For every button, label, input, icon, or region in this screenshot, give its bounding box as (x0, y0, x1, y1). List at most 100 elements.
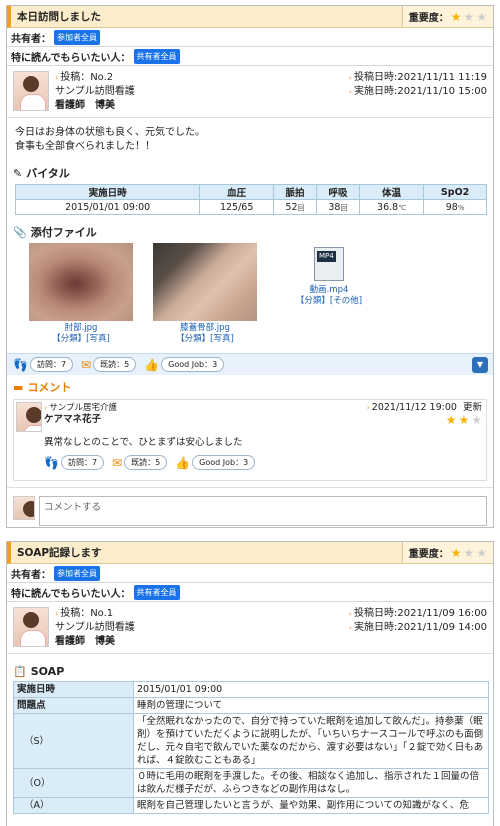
post-title: SOAP記録します (17, 547, 102, 559)
vital-date: 2015/01/01 09:00 (14, 199, 201, 215)
attachment-meta[interactable]: 【分類】[写真] (153, 334, 257, 345)
soap-label: 実施日時 (13, 681, 134, 698)
expand-icon[interactable]: ▼ (472, 357, 488, 373)
body-line: 今日はお身体の状態も良く、元気でした。 (15, 127, 205, 138)
vital-title: バイタル (26, 167, 70, 180)
attachment-name[interactable]: 膝蓋骨部.jpg (153, 323, 257, 334)
attachments: 肘部.jpg 【分類】[写真] 膝蓋骨部.jpg 【分類】[写真] MP4 動画… (7, 243, 493, 353)
vital-spo2: 98% (423, 199, 487, 215)
soap-title: SOAP (30, 665, 65, 678)
soap-section-title: 📋 SOAP (7, 662, 493, 681)
visits-button[interactable]: 訪問：7 (29, 357, 74, 372)
sharer-row: 共有者： 参加者全員 (7, 28, 493, 47)
must-read-badge: 共有者全員 (133, 48, 180, 64)
envelope-icon: ✉ (81, 357, 92, 372)
sharer-badge: 参加者全員 (54, 565, 100, 581)
sharer-label: 共有者： (11, 569, 51, 581)
comment-section-title: ▬ コメント (7, 375, 493, 399)
post-date: 投稿日時:2021/11/09 16:00 (353, 608, 487, 619)
photo-thumbnail[interactable] (153, 243, 257, 321)
unit: 回 (340, 203, 348, 212)
sharer-row: 共有者： 参加者全員 (7, 564, 493, 583)
read-button[interactable]: 既読：5 (93, 357, 137, 372)
goodjob-button[interactable]: Good Job：3 (161, 357, 225, 372)
vital-header: 血圧 (199, 184, 274, 200)
attach-title: 添付ファイル (30, 226, 97, 239)
post-title: 本日訪問しました (17, 11, 101, 23)
vital-header: 脈拍 (272, 184, 317, 200)
comment-read-button[interactable]: 既読：5 (124, 455, 168, 470)
soap-row: 実施日時 2015/01/01 09:00 (13, 681, 489, 698)
temp-value: 36.8 (377, 201, 399, 213)
soap-label: 問題点 (13, 697, 134, 714)
attachment-item[interactable]: MP4 動画.mp4 【分類】[その他] (277, 243, 381, 353)
vital-resp: 38回 (315, 199, 360, 215)
comment-org: サンプル居宅介護 (49, 403, 117, 413)
avatar (13, 496, 35, 520)
video-file-icon[interactable]: MP4 (314, 247, 344, 281)
must-read-row: 特に読んでもらいたい人： 共有者全員 (7, 583, 493, 602)
arrow-icon: › (55, 73, 59, 82)
star-icon: ★ (445, 413, 457, 427)
importance-label: 重要度： (408, 549, 449, 560)
soap-value: 2015/01/01 09:00 (133, 681, 489, 698)
must-read-badge: 共有者全員 (133, 584, 180, 600)
comment-date: 2021/11/12 19:00 (371, 402, 457, 413)
avatar[interactable] (13, 71, 49, 111)
unit: 回 (297, 203, 305, 212)
pulse-value: 52 (285, 201, 298, 213)
vital-header: 実施日時 (14, 184, 201, 200)
resp-value: 38 (328, 201, 341, 213)
sharer-label: 共有者： (11, 33, 51, 45)
author-org: サンプル訪問看護 (55, 622, 135, 633)
soap-value: 「全然眠れなかったので、自分で持っていた眠剤を追加して飲んだ」。持参薬（眠剤）を… (133, 713, 489, 769)
comment-compose: コメントする (7, 487, 493, 527)
avatar[interactable] (13, 607, 49, 647)
must-read-row: 特に読んでもらいたい人： 共有者全員 (7, 47, 493, 66)
footprints-icon: 👣 (44, 455, 59, 470)
star-icon: ★ (463, 9, 475, 24)
author-name: 看護師 博美 (55, 100, 115, 111)
vital-table: 実施日時 血圧 脈拍 呼吸 体温 SpO2 2015/01/01 09:00 1… (14, 184, 487, 215)
post-header: SOAP記録します 重要度： ★ ★ ★ (7, 542, 493, 564)
post-author-block: › 投稿：No.1 サンプル訪問看護 看護師 博美 › 投稿日時:2021/11/0… (7, 602, 493, 654)
soap-label: （S） (13, 713, 134, 769)
post-number: 投稿：No.1 (60, 608, 114, 619)
attachment-name[interactable]: 動画.mp4 (277, 285, 381, 296)
comment-text: 異常なしとのことで、ひとまずは安心しました (44, 437, 243, 448)
comment-title: コメント (27, 381, 72, 394)
comment-goodjob-button[interactable]: Good Job：3 (192, 455, 256, 470)
file-type-badge: MP4 (317, 251, 336, 262)
comment-update-label[interactable]: 更新 (463, 402, 482, 413)
sharer-badge: 参加者全員 (54, 29, 100, 45)
attachment-meta[interactable]: 【分類】[その他] (277, 296, 381, 307)
soap-value: 眠剤を自己管理したいと言うが、量や効果、副作用についての知識がなく、危 (133, 797, 489, 814)
vital-section-title: ✎ バイタル (7, 162, 493, 184)
comment-input[interactable]: コメントする (39, 496, 487, 526)
avatar[interactable] (16, 402, 42, 432)
paperclip-icon: 📎 (13, 225, 27, 239)
arrow-icon: › (348, 73, 352, 82)
soap-label: （A） (13, 797, 134, 814)
attachment-name[interactable]: 肘部.jpg (29, 323, 133, 334)
author-name: 看護師 博美 (55, 636, 115, 647)
envelope-icon: ✉ (112, 455, 123, 470)
must-read-label: 特に読んでもらいたい人： (11, 52, 131, 64)
attachment-item[interactable]: 肘部.jpg 【分類】[写真] (29, 243, 133, 353)
attach-section-title: 📎 添付ファイル (7, 221, 493, 243)
soap-table: 実施日時 2015/01/01 09:00 問題点 睡剤の管理について （S） … (13, 681, 489, 814)
soap-row: （O） ０時に毛用の眠剤を手渡した。その後、相談なく追加し、指示された１回量の倍… (13, 768, 489, 798)
done-date: 実施日時:2021/11/09 14:00 (353, 622, 487, 633)
pencil-icon: ✎ (13, 166, 23, 180)
post-header: 本日訪問しました 重要度： ★ ★ ★ (7, 6, 493, 28)
photo-thumbnail[interactable] (29, 243, 133, 321)
attachment-meta[interactable]: 【分類】[写真] (29, 334, 133, 345)
unit: % (457, 203, 465, 212)
vital-header: 体温 (358, 184, 425, 200)
comment-visits-button[interactable]: 訪問：7 (60, 455, 105, 470)
attachment-item[interactable]: 膝蓋骨部.jpg 【分類】[写真] (153, 243, 257, 353)
vital-header: SpO2 (423, 184, 487, 200)
arrow-icon: › (348, 87, 352, 96)
post-author-block: › 投稿：No.2 サンプル訪問看護 看護師 博美 › 投稿日時:2021/11/1… (7, 66, 493, 118)
arrow-icon: › (348, 609, 352, 618)
